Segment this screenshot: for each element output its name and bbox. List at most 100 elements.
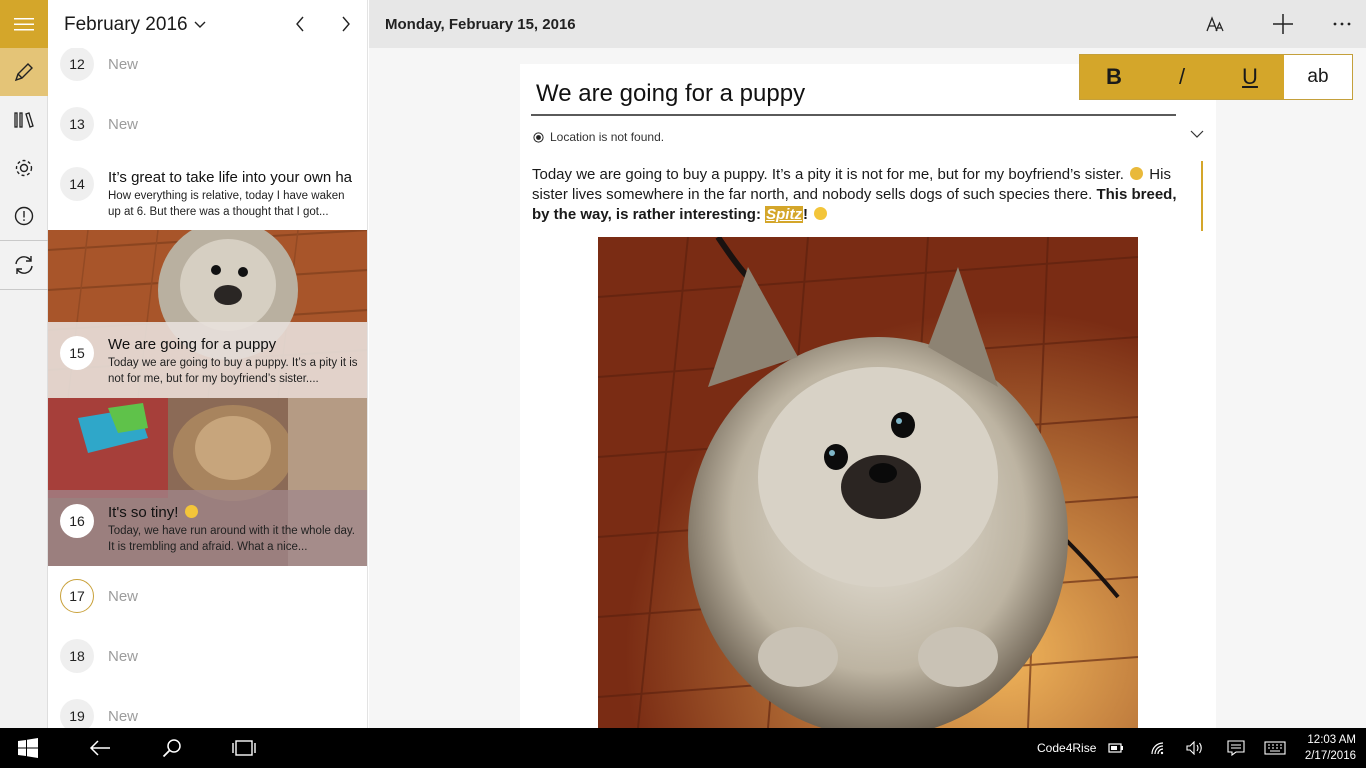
body-text-part: Today we are going to buy a puppy. It’s … <box>532 166 1124 183</box>
write-entry-button[interactable] <box>0 48 48 96</box>
task-view-button[interactable] <box>220 728 268 768</box>
windows-logo-icon <box>18 738 38 758</box>
search-icon <box>162 739 181 758</box>
system-clock[interactable]: 12:03 AM 2/17/2016 <box>1305 732 1356 764</box>
list-item-day-15[interactable]: 15 We are going for a puppy Today we are… <box>48 230 367 398</box>
pencil-icon <box>14 63 33 82</box>
windows-taskbar: Code4Rise 12:03 AM 2/17/2016 <box>0 728 1366 768</box>
new-entry-label: New <box>108 588 139 605</box>
new-entry-label: New <box>108 648 139 665</box>
search-button[interactable] <box>148 728 196 768</box>
list-item-day-14[interactable]: 14 It’s great to take life into your own… <box>48 160 367 228</box>
back-arrow-icon <box>89 740 110 756</box>
list-item-day-13[interactable]: 13 New <box>48 100 367 150</box>
chevron-down-icon <box>194 21 206 28</box>
battery-icon <box>1108 743 1123 753</box>
entry-card-day-16: 16 It's so tiny! Today, we have run arou… <box>48 490 367 566</box>
laughing-emoji-icon <box>184 505 198 518</box>
entry-body-text[interactable]: Today we are going to buy a puppy. It’s … <box>532 165 1192 225</box>
entry-photo[interactable] <box>598 237 1138 728</box>
network-tray-button[interactable] <box>1146 728 1170 768</box>
puppy-photo <box>598 237 1138 728</box>
add-entry-button[interactable] <box>1267 8 1299 40</box>
volume-tray-button[interactable] <box>1183 728 1207 768</box>
rail-divider <box>0 289 48 290</box>
entry-title: It's so tiny! <box>108 504 200 521</box>
month-label: February 2016 <box>64 14 188 35</box>
underline-button[interactable]: U <box>1216 55 1284 99</box>
navigation-rail <box>0 0 48 728</box>
settings-button[interactable] <box>0 144 48 192</box>
location-expand-button[interactable] <box>1190 130 1204 139</box>
battery-tray-button[interactable] <box>1104 728 1128 768</box>
hamburger-menu-button[interactable] <box>0 0 48 48</box>
start-button[interactable] <box>0 728 56 768</box>
taskbar-app-name[interactable]: Code4Rise <box>1037 741 1096 755</box>
entry-card-day-15: 15 We are going for a puppy Today we are… <box>48 322 367 398</box>
highlighted-word: Spitz <box>765 206 803 223</box>
previous-month-button[interactable] <box>288 12 312 36</box>
font-size-icon <box>1206 16 1224 32</box>
paragraph-marker <box>1201 161 1203 231</box>
chevron-left-icon <box>296 16 304 32</box>
month-selector[interactable]: February 2016 <box>64 14 206 36</box>
bold-button[interactable]: B <box>1080 55 1148 99</box>
day-number: 19 <box>60 699 94 728</box>
new-entry-label: New <box>108 708 139 725</box>
day-number: 18 <box>60 639 94 673</box>
clock-date: 2/17/2016 <box>1304 750 1356 762</box>
list-item-day-19[interactable]: 19 New <box>48 692 367 728</box>
entry-title: We are going for a puppy <box>108 336 277 353</box>
list-header: February 2016 <box>48 0 367 48</box>
entry-header-bar: Monday, February 15, 2016 <box>369 0 1366 48</box>
info-icon <box>14 206 34 226</box>
chevron-down-icon <box>1190 130 1204 138</box>
chevron-right-icon <box>342 16 350 32</box>
day-number: 12 <box>60 47 94 81</box>
next-month-button[interactable] <box>334 12 358 36</box>
more-dots-icon <box>1333 22 1351 26</box>
action-center-button[interactable] <box>1224 728 1248 768</box>
sad-emoji-icon <box>1130 167 1144 180</box>
entry-list-panel: February 2016 12 New 13 New 14 It’s grea… <box>48 0 368 728</box>
keyboard-icon <box>1264 741 1286 755</box>
day-number: 15 <box>60 336 94 370</box>
italic-button[interactable]: / <box>1148 55 1216 99</box>
books-icon <box>14 112 34 128</box>
location-radio-icon <box>533 131 544 143</box>
font-size-button[interactable] <box>1199 8 1231 40</box>
library-button[interactable] <box>0 96 48 144</box>
new-entry-label: New <box>108 56 139 73</box>
speaker-icon <box>1186 741 1202 755</box>
location-row[interactable]: Location is not found. <box>533 130 664 144</box>
entry-title-text: We are going for a puppy <box>536 80 806 107</box>
list-item-day-16[interactable]: 16 It's so tiny! Today, we have run arou… <box>48 398 367 566</box>
location-text: Location is not found. <box>550 130 665 144</box>
more-options-button[interactable] <box>1326 8 1358 40</box>
entry-preview: Today we are going to buy a puppy. It’s … <box>108 357 358 385</box>
hamburger-icon <box>14 18 34 31</box>
sync-button[interactable] <box>0 241 48 289</box>
text-style-button[interactable]: ab <box>1284 55 1352 99</box>
task-view-icon <box>232 740 256 756</box>
back-button[interactable] <box>76 728 124 768</box>
new-entry-label: New <box>108 116 139 133</box>
entry-preview: Today, we have run around with it the wh… <box>108 525 355 553</box>
smile-emoji-icon <box>814 207 828 220</box>
plus-icon <box>1273 14 1293 34</box>
entry-preview: How everything is relative, today I have… <box>108 190 345 218</box>
entry-title: It’s great to take life into your own ha <box>108 169 353 186</box>
list-item-day-17[interactable]: 17 New <box>48 572 367 622</box>
list-item-day-18[interactable]: 18 New <box>48 632 367 682</box>
sync-icon <box>15 256 33 274</box>
touch-keyboard-button[interactable] <box>1262 728 1288 768</box>
day-number-today: 17 <box>60 579 94 613</box>
wifi-icon <box>1151 742 1164 755</box>
day-number: 14 <box>60 167 94 201</box>
day-number: 16 <box>60 504 94 538</box>
notification-icon <box>1227 740 1245 756</box>
about-button[interactable] <box>0 192 48 240</box>
entry-title-text: It's so tiny! <box>108 504 179 521</box>
clock-time: 12:03 AM <box>1307 734 1356 746</box>
day-number: 13 <box>60 107 94 141</box>
